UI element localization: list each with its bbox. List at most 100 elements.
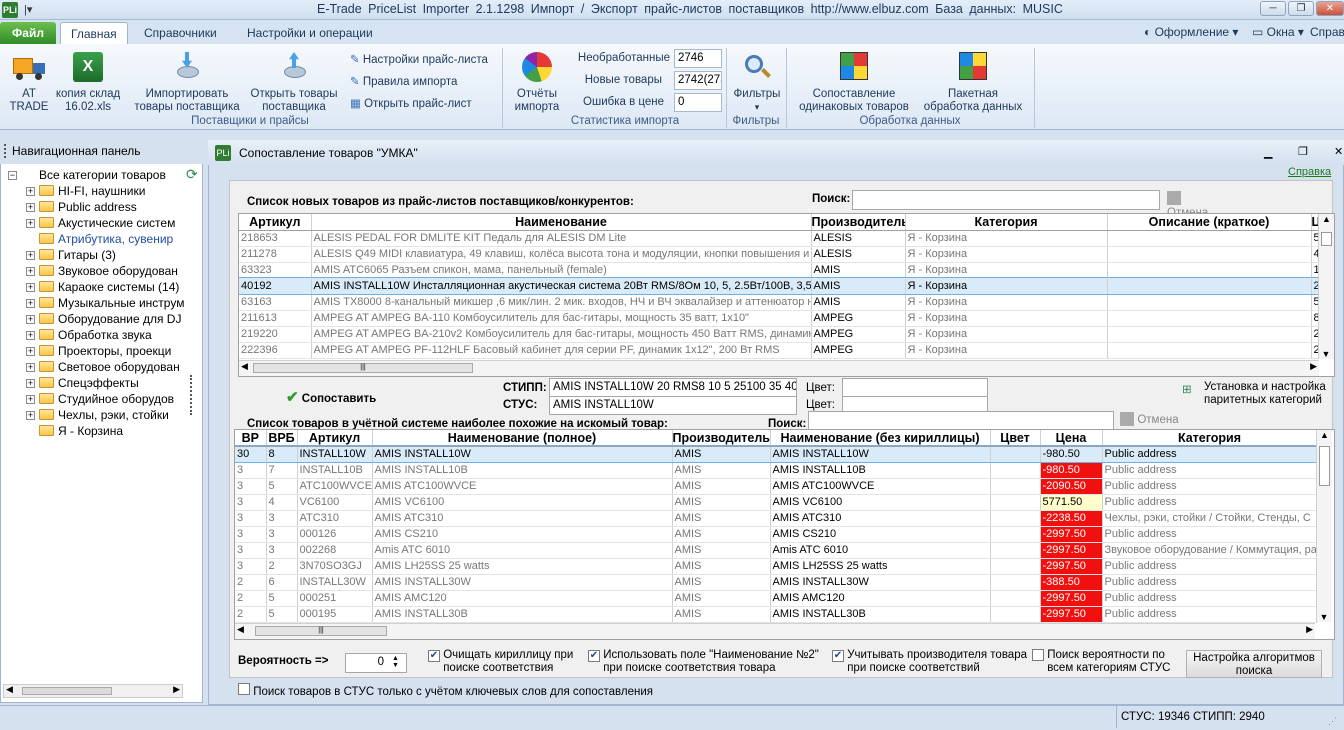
minimize-icon[interactable]: ─	[1260, 1, 1286, 16]
table-row[interactable]: 211278 ALESIS Q49 MIDI клавиатура, 49 кла…	[239, 246, 1320, 263]
table-cell[interactable]: AMIS AMC120	[372, 590, 673, 607]
table-cell[interactable]: 3	[235, 526, 267, 543]
bottom-horizontal-scrollbar[interactable]: ◀ ||| ▶	[235, 623, 1315, 639]
expand-icon[interactable]: +	[26, 267, 35, 276]
table-cell[interactable]: 40192	[239, 278, 312, 295]
option-all-categories[interactable]: Поиск вероятности по всем категориям СТУ…	[1032, 649, 1170, 675]
table-cell[interactable]: AMIS TX8000 8-канальный микшер ,6 мик/ли…	[311, 294, 812, 311]
help-menu[interactable]: Справ	[1310, 25, 1344, 39]
table-cell[interactable]: 7	[266, 462, 298, 479]
table-cell[interactable]: Public address	[1102, 462, 1318, 479]
table-cell[interactable]: AMIS	[811, 278, 906, 295]
expand-icon[interactable]: +	[26, 411, 35, 420]
table-cell[interactable]: INSTALL30W	[297, 574, 373, 591]
table-cell[interactable]	[1107, 342, 1312, 359]
table-cell[interactable]	[1107, 294, 1312, 311]
table-cell[interactable]: 3	[266, 526, 298, 543]
table-row[interactable]: 40192 AMIS INSTALL10W Инсталляционная аку…	[239, 277, 1320, 295]
tree-item[interactable]: + Музыкальные инструм	[26, 295, 186, 311]
file-menu-button[interactable]: Файл	[0, 22, 56, 44]
expand-icon[interactable]: +	[26, 379, 35, 388]
table-cell[interactable]: AMIS	[672, 542, 771, 559]
table-row[interactable]: 222396 AMPEG AT AMPEG PF-112HLF Басовый к…	[239, 342, 1320, 359]
bottom-col-header[interactable]: Категория	[1102, 430, 1318, 447]
table-cell[interactable]: AMIS	[811, 294, 906, 311]
tree-item[interactable]: + Караоке системы (14)	[26, 279, 186, 295]
open-pricelist-button[interactable]: ▦ Открыть прайс-лист	[350, 96, 472, 110]
nav-horizontal-scrollbar[interactable]: ◀ ▶	[3, 684, 183, 698]
table-cell[interactable]	[990, 542, 1041, 559]
splitter-handle[interactable]	[190, 375, 196, 415]
table-cell[interactable]: Звуковое оборудование / Коммутация, ра	[1102, 542, 1318, 559]
tree-item[interactable]: + Студийное оборудов	[26, 391, 186, 407]
table-cell[interactable]: 211278	[239, 246, 312, 263]
table-cell[interactable]: AMIS INSTALL10W	[372, 446, 673, 463]
table-cell[interactable]: 3	[235, 510, 267, 527]
tab-directories[interactable]: Справочники	[134, 22, 227, 44]
table-cell[interactable]: 2	[235, 606, 267, 623]
table-cell[interactable]: 8	[266, 446, 298, 463]
expand-icon[interactable]: +	[26, 299, 35, 308]
tree-item[interactable]: + Чехлы, рэки, стойки	[26, 407, 186, 423]
expand-icon[interactable]: +	[26, 315, 35, 324]
table-cell[interactable]	[990, 494, 1041, 511]
quick-access-icon[interactable]: |▾	[24, 3, 32, 16]
table-cell[interactable]	[990, 606, 1041, 623]
resize-grip-icon[interactable]: ⋰	[1328, 716, 1337, 727]
checkbox-checked-icon[interactable]: ✔	[832, 650, 844, 662]
table-cell[interactable]: Я - Корзина	[905, 262, 1108, 279]
bottom-col-header[interactable]: Наименование (без кириллицы)	[770, 430, 991, 447]
top-col-header[interactable]: Категория	[905, 214, 1108, 231]
expand-icon[interactable]: +	[26, 363, 35, 372]
table-cell[interactable]: Public address	[1102, 590, 1318, 607]
table-cell[interactable]: AMIS INSTALL30W	[372, 574, 673, 591]
table-cell[interactable]: AMPEG	[811, 310, 906, 327]
table-cell[interactable]: 000195	[297, 606, 373, 623]
table-cell[interactable]: 218653	[239, 230, 312, 247]
table-cell[interactable]: Public address	[1102, 526, 1318, 543]
tree-item[interactable]: +Атрибутика, сувенир	[26, 231, 186, 247]
table-cell[interactable]: INSTALL10B	[297, 462, 373, 479]
table-cell[interactable]: 000251	[297, 590, 373, 607]
top-cancel-button[interactable]: Отмена	[1167, 191, 1223, 219]
bottom-col-header[interactable]: Артикул	[297, 430, 373, 447]
expand-icon[interactable]: +	[26, 219, 35, 228]
table-cell[interactable]: AMIS	[672, 478, 771, 495]
table-cell[interactable]: AMPEG AT AMPEG BA-110 Комбоусилитель для…	[311, 310, 812, 327]
bottom-col-header[interactable]: Цена	[1040, 430, 1103, 447]
table-cell[interactable]: ALESIS	[811, 246, 906, 263]
table-cell[interactable]: -2090.50	[1040, 478, 1103, 495]
option-use-name2[interactable]: ✔ Использовать поле "Наименование №2" пр…	[588, 649, 819, 675]
table-cell[interactable]: Я - Корзина	[905, 326, 1108, 343]
table-cell[interactable]: 63163	[239, 294, 312, 311]
help-link[interactable]: Справка	[1288, 166, 1331, 178]
table-cell[interactable]: ALESIS	[811, 230, 906, 247]
table-cell[interactable]: Amis ATC 6010	[770, 542, 991, 559]
table-cell[interactable]: 30	[235, 446, 267, 463]
table-cell[interactable]: -2997.50	[1040, 542, 1103, 559]
tree-item[interactable]: + Public address	[26, 199, 186, 215]
table-cell[interactable]: Amis ATC 6010	[372, 542, 673, 559]
table-cell[interactable]: AMPEG AT AMPEG PF-112HLF Басовый кабинет…	[311, 342, 812, 359]
table-cell[interactable]: Я - Корзина	[905, 294, 1108, 311]
table-cell[interactable]: Я - Корзина	[905, 342, 1108, 359]
table-cell[interactable]: Public address	[1102, 606, 1318, 623]
expand-icon[interactable]: +	[26, 187, 35, 196]
table-cell[interactable]: AMIS	[672, 574, 771, 591]
table-cell[interactable]: ALESIS PEDAL FOR DMLITE KIT Педаль для A…	[311, 230, 812, 247]
bottom-search-input[interactable]	[808, 411, 1114, 431]
table-cell[interactable]: 3	[235, 542, 267, 559]
table-cell[interactable]: 3	[235, 558, 267, 575]
table-cell[interactable]: ALESIS Q49 MIDI клавиатура, 49 клавиш, к…	[311, 246, 812, 263]
table-cell[interactable]: AMIS	[672, 526, 771, 543]
table-cell[interactable]: AMIS VC6100	[372, 494, 673, 511]
table-cell[interactable]: Public address	[1102, 478, 1318, 495]
expand-icon[interactable]: +	[26, 395, 35, 404]
table-cell[interactable]: AMIS LH25SS 25 watts	[372, 558, 673, 575]
table-row[interactable]: 3 3 000126 AMIS CS210 AMIS AMIS CS210 -2997.50…	[235, 526, 1318, 543]
bottom-col-header[interactable]: ВР	[235, 430, 267, 447]
bottom-cancel-button[interactable]: Отмена	[1120, 412, 1180, 429]
supplier-select-button[interactable]: AT TRADE	[6, 52, 52, 114]
parity-categories-link[interactable]: ⊞ Установка и настройка паритетных катего…	[1182, 381, 1326, 405]
top-horizontal-scrollbar[interactable]: ◀ ||| ▶	[239, 360, 1319, 376]
